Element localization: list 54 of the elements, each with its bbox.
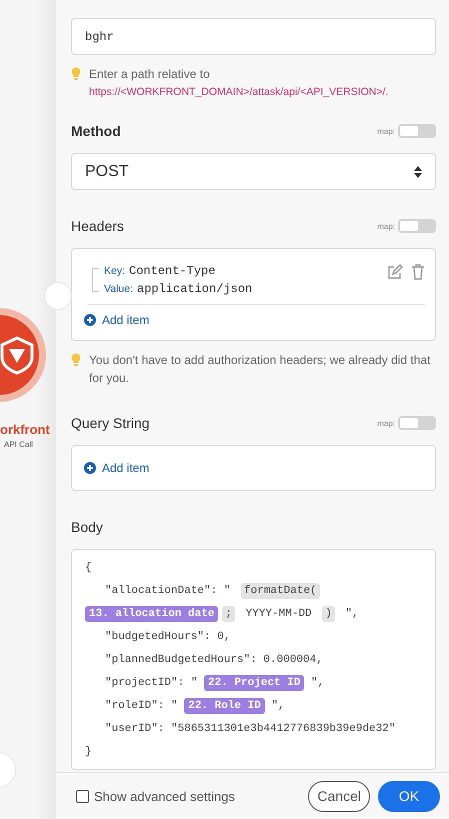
map-label: map:	[377, 222, 395, 230]
add-item-button[interactable]: Add item	[84, 461, 150, 475]
code-text: YYYY-MM-DD	[244, 608, 313, 620]
url-input[interactable]: bghr	[71, 18, 436, 55]
body-editor[interactable]	[71, 549, 436, 770]
field-label: Method	[71, 123, 121, 139]
value-text: application/json	[137, 282, 252, 296]
function-pill[interactable]: )	[322, 606, 335, 622]
map-label: map:	[377, 126, 395, 136]
map-toggle[interactable]	[398, 219, 436, 233]
code-text: }	[85, 746, 92, 758]
code-text: ",	[344, 608, 359, 620]
code-text: "budgetedHours": 0,	[105, 630, 230, 642]
checkbox[interactable]	[76, 790, 89, 802]
code-text: ",	[270, 700, 285, 712]
code-text: "roleID": "	[105, 700, 179, 712]
edit-icon[interactable]	[387, 264, 403, 280]
key-label: Key:	[104, 265, 126, 277]
plus-circle-icon	[84, 314, 96, 326]
code-text: "projectID": "	[105, 676, 198, 688]
module-name: orkfront	[0, 422, 50, 437]
variable-pill[interactable]: 22. Role ID	[184, 698, 265, 714]
function-pill[interactable]: formatDate(	[241, 582, 320, 598]
checkbox-label: Show advanced settings	[94, 788, 235, 804]
hint-text: You don't have to add authorization headers; we already did that for you.	[89, 352, 432, 387]
variable-pill[interactable]: 13. allocation date	[85, 606, 218, 622]
url-link[interactable]: https://<WORKFRONT_DOMAIN>/attask/api/<API_VERSION>/.	[89, 83, 388, 101]
field-label: Body	[71, 519, 103, 535]
code-text: "plannedBudgetedHours": 0.000004,	[105, 654, 323, 666]
sort-arrows-icon	[414, 166, 422, 178]
value-label: Value:	[104, 283, 133, 295]
map-label: map:	[377, 418, 395, 428]
key-value: Content-Type	[129, 264, 216, 278]
ok-button[interactable]: OK	[378, 780, 440, 812]
lightbulb-icon	[71, 67, 81, 81]
code-text: "allocationDate": "	[105, 584, 232, 596]
code-text: {	[85, 562, 92, 574]
method-select[interactable]: POST	[71, 153, 436, 190]
variable-pill[interactable]: 22. Project ID	[204, 674, 304, 690]
field-label: Headers	[71, 218, 124, 234]
code-text: "userID": "5865311301e3b4412776839b39e9de32"	[105, 722, 396, 734]
map-toggle[interactable]	[398, 416, 436, 430]
plus-circle-icon	[84, 462, 96, 474]
hint-text: Enter a path relative to	[89, 66, 211, 83]
code-text: ",	[310, 676, 324, 688]
tree-bracket	[92, 268, 99, 292]
map-toggle[interactable]	[398, 124, 436, 138]
function-pill[interactable]: ;	[222, 606, 236, 622]
cancel-button[interactable]: Cancel	[308, 780, 370, 812]
field-label: Query String	[71, 415, 150, 431]
add-item-button[interactable]: Add item	[84, 313, 150, 327]
lightbulb-icon	[71, 353, 81, 367]
trash-icon[interactable]	[411, 264, 425, 280]
module-subtitle: API Call	[4, 440, 33, 449]
